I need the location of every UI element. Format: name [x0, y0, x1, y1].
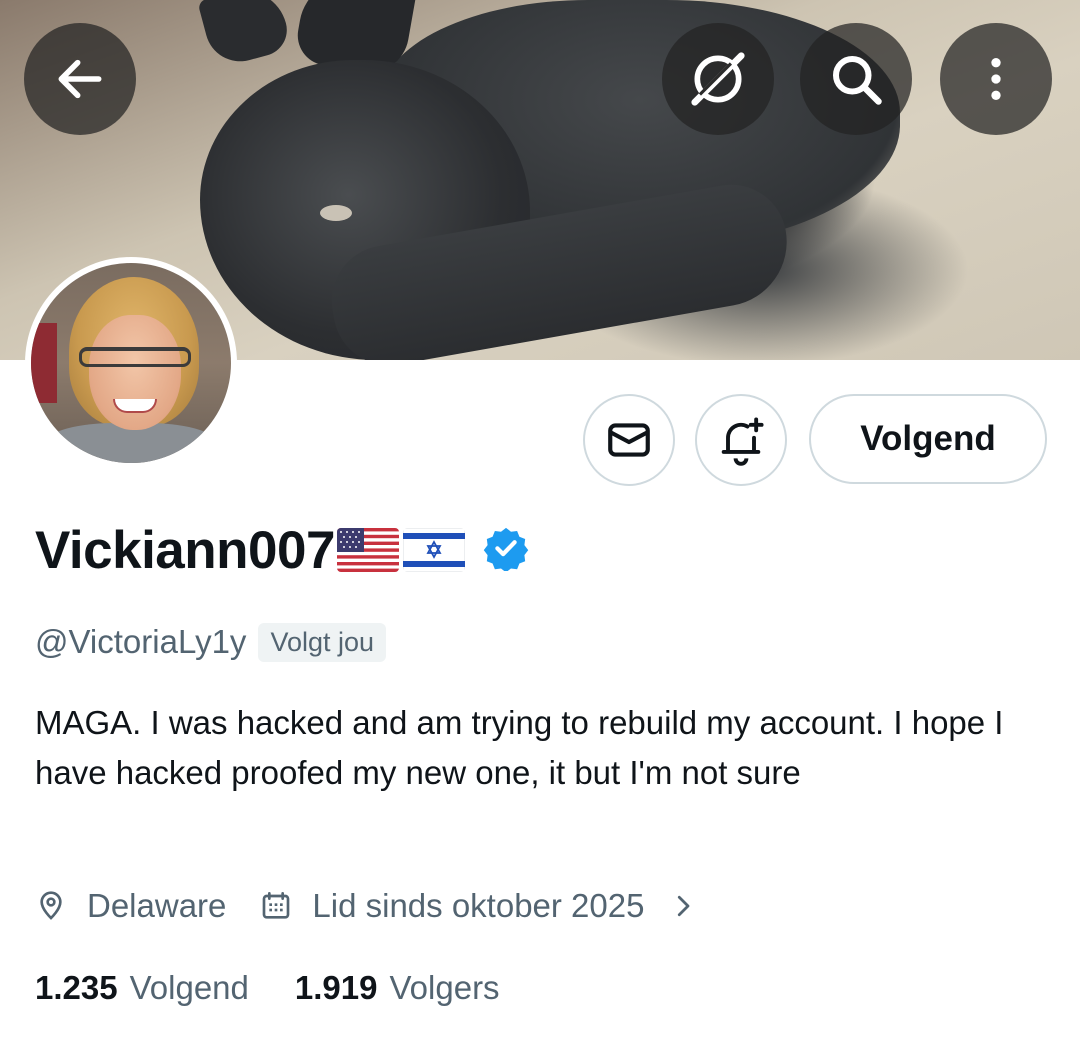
search-button[interactable] [800, 23, 912, 135]
location-pin-icon [40, 891, 62, 920]
avatar-glasses [79, 347, 191, 367]
avatar-bg-detail [31, 323, 57, 403]
display-name: Vickiann007 [35, 520, 335, 580]
more-vertical-icon [991, 58, 1001, 100]
calendar-icon [263, 892, 290, 919]
chevron-right-icon [678, 895, 690, 917]
followers-stat[interactable]: 1.919 Volgers [295, 969, 500, 1007]
followers-label: Volgers [389, 969, 500, 1006]
us-flag-icon [336, 528, 399, 572]
followers-count: 1.919 [294, 969, 378, 1006]
mail-icon [608, 423, 650, 457]
following-stat[interactable]: 1.235 Volgend [35, 969, 249, 1007]
location-text: Delaware [87, 887, 227, 924]
location-item: Delaware [35, 887, 226, 925]
following-button[interactable]: Volgend [809, 394, 1047, 484]
following-label: Volgend [129, 969, 249, 1006]
profile-stats: 1.235 Volgend 1.919 Volgers [35, 962, 500, 1014]
message-button[interactable] [583, 394, 675, 486]
bell-plus-icon [721, 417, 764, 466]
profile-bio: MAGA. I was hacked and am trying to rebu… [35, 704, 1004, 791]
profile-meta: Delaware Lid sinds oktober 2025 [35, 880, 698, 932]
back-button[interactable] [24, 23, 136, 135]
joined-text: Lid sinds oktober 2025 [312, 887, 645, 924]
joined-item[interactable]: Lid sinds oktober 2025 [260, 887, 698, 925]
avatar[interactable] [31, 263, 231, 463]
banner-dog-ear [197, 0, 293, 70]
follows-you-badge: Volgt jou [258, 622, 387, 662]
avatar-frame[interactable] [25, 257, 237, 469]
banner-dog-eye [320, 205, 352, 221]
more-button[interactable] [940, 23, 1052, 135]
israel-flag-icon [402, 528, 465, 572]
notifications-button[interactable] [695, 394, 787, 486]
handle-row: @VictoriaLy1y Volgt jou [35, 617, 387, 667]
following-count: 1.235 [35, 969, 118, 1006]
search-icon [833, 56, 882, 105]
user-handle: @VictoriaLy1y [35, 623, 247, 660]
grok-button[interactable] [662, 23, 774, 135]
grok-icon [691, 52, 745, 106]
display-name-row: Vickiann007 [35, 515, 529, 585]
arrow-left-icon [58, 59, 102, 99]
verified-badge-icon[interactable] [483, 525, 529, 576]
